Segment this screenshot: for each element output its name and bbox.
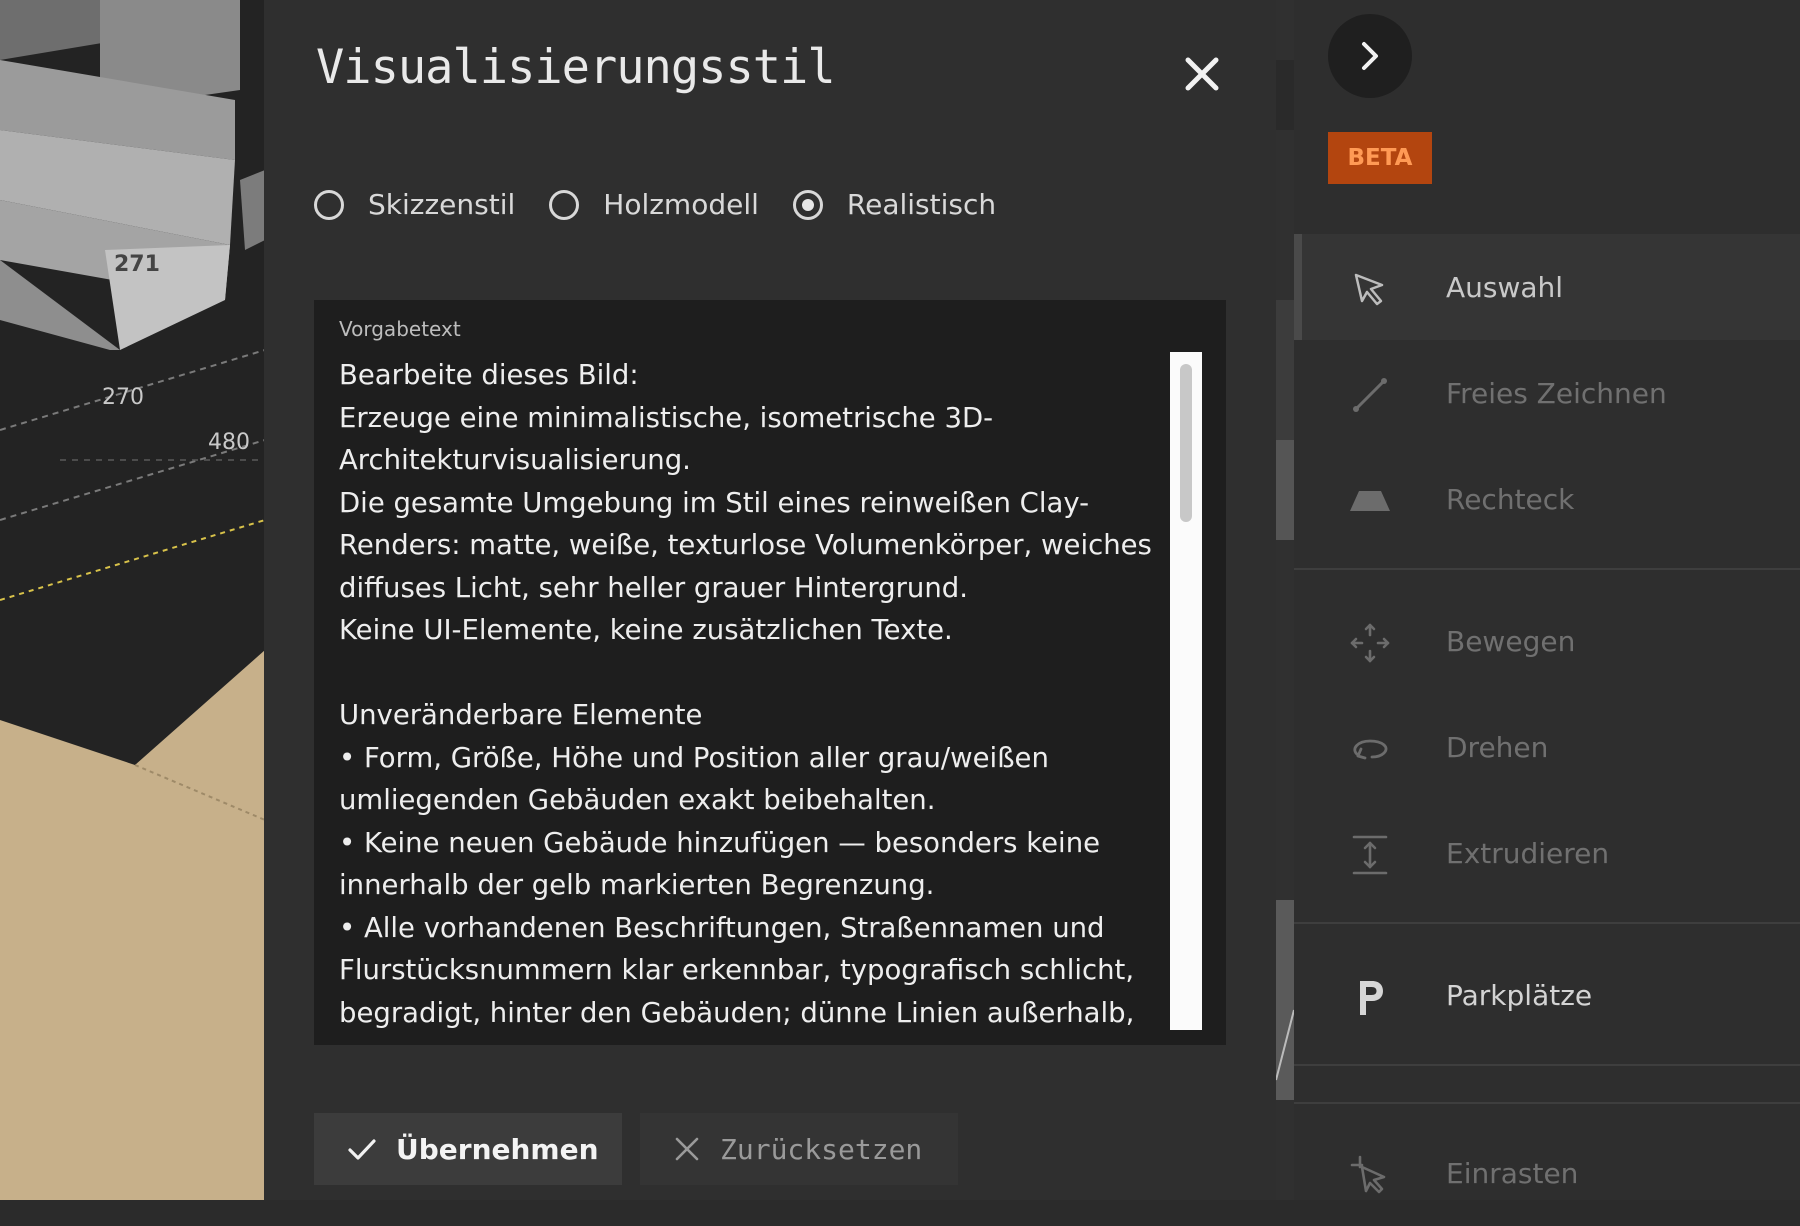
extrude-icon	[1352, 835, 1388, 875]
tool-move[interactable]: Bewegen	[1294, 588, 1800, 694]
tool-label: Auswahl	[1446, 270, 1564, 304]
toolbar-divider	[1294, 1064, 1800, 1066]
radio-sketch-style[interactable]: Skizzenstil	[314, 188, 515, 221]
dialog-title: Visualisierungsstil	[316, 40, 836, 95]
rotate-icon	[1353, 739, 1388, 760]
radio-button[interactable]	[314, 189, 344, 220]
tool-label: Freies Zeichnen	[1446, 376, 1667, 410]
map-label-parcel: 480	[208, 430, 250, 455]
radio-button-selected[interactable]	[792, 189, 823, 220]
tool-label: Extrudieren	[1446, 836, 1610, 870]
apply-button-label: Übernehmen	[396, 1132, 599, 1166]
radio-wood-model[interactable]: Holzmodell	[549, 188, 759, 221]
radio-button[interactable]	[549, 189, 580, 220]
tool-parking[interactable]: Parkplätze	[1294, 942, 1800, 1048]
map-canvas[interactable]: 271 270 480	[0, 0, 265, 1200]
prompt-caption: Vorgabetext	[339, 317, 461, 341]
radio-label: Skizzenstil	[368, 188, 516, 221]
checkmark-icon	[348, 1139, 376, 1160]
cursor-arrow-icon	[1354, 273, 1384, 306]
tool-label: Parkplätze	[1446, 978, 1593, 1012]
prompt-textarea[interactable]: Vorgabetext Bearbeite dieses Bild: Erzeu…	[314, 300, 1226, 1045]
parking-p-icon	[1360, 981, 1383, 1015]
toolbar-divider	[1294, 922, 1800, 924]
map-label-parcel: 270	[102, 385, 144, 410]
radio-realistic[interactable]: Realistisch	[792, 188, 997, 221]
reset-button-label: Zurücksetzen	[720, 1132, 923, 1166]
tool-label: Bewegen	[1446, 624, 1576, 658]
x-icon	[675, 1137, 699, 1161]
tool-label: Einrasten	[1446, 1156, 1579, 1190]
visualization-style-dialog: Visualisierungsstil Skizzenstil Holzmode…	[264, 0, 1276, 1200]
style-radio-group: Skizzenstil Holzmodell Realistisch	[314, 188, 1030, 221]
close-button[interactable]	[1174, 46, 1230, 102]
toolbar-divider	[1294, 568, 1800, 570]
tool-sidebar: BETA Auswahl Freies Zeichnen Rechteck Be…	[1294, 0, 1800, 1200]
chevron-right-icon	[1362, 42, 1378, 70]
map-scene	[0, 0, 265, 1200]
prompt-text[interactable]: Bearbeite dieses Bild: Erzeuge eine mini…	[339, 354, 1159, 1034]
tool-snap[interactable]: Einrasten	[1294, 1120, 1800, 1226]
tool-rectangle[interactable]: Rechteck	[1294, 446, 1800, 552]
scroll-thumb[interactable]	[1180, 364, 1192, 522]
map-label-parcel: 271	[114, 252, 160, 277]
tool-rotate[interactable]: Drehen	[1294, 694, 1800, 800]
map-strip-scene	[1276, 0, 1294, 1200]
tool-label: Rechteck	[1446, 482, 1575, 516]
apply-button[interactable]: Übernehmen	[314, 1113, 622, 1185]
tool-label: Drehen	[1446, 730, 1549, 764]
move-arrows-icon	[1350, 623, 1390, 663]
map-strip	[1276, 0, 1294, 1200]
toolbar-divider	[1294, 1102, 1800, 1104]
radio-label: Realistisch	[846, 188, 997, 221]
reset-button[interactable]: Zurücksetzen	[640, 1113, 958, 1185]
close-icon	[1185, 57, 1219, 91]
expand-button[interactable]	[1328, 14, 1412, 98]
prompt-scrollbar[interactable]	[1170, 352, 1202, 1030]
tool-extrude[interactable]: Extrudieren	[1294, 800, 1800, 906]
line-draw-icon	[1353, 378, 1387, 412]
tool-selection[interactable]: Auswahl	[1294, 234, 1800, 340]
tool-freehand[interactable]: Freies Zeichnen	[1294, 340, 1800, 446]
radio-label: Holzmodell	[603, 188, 759, 221]
beta-badge: BETA	[1328, 132, 1432, 184]
trapezoid-icon	[1350, 491, 1390, 511]
snap-cursor-icon	[1350, 1155, 1386, 1194]
